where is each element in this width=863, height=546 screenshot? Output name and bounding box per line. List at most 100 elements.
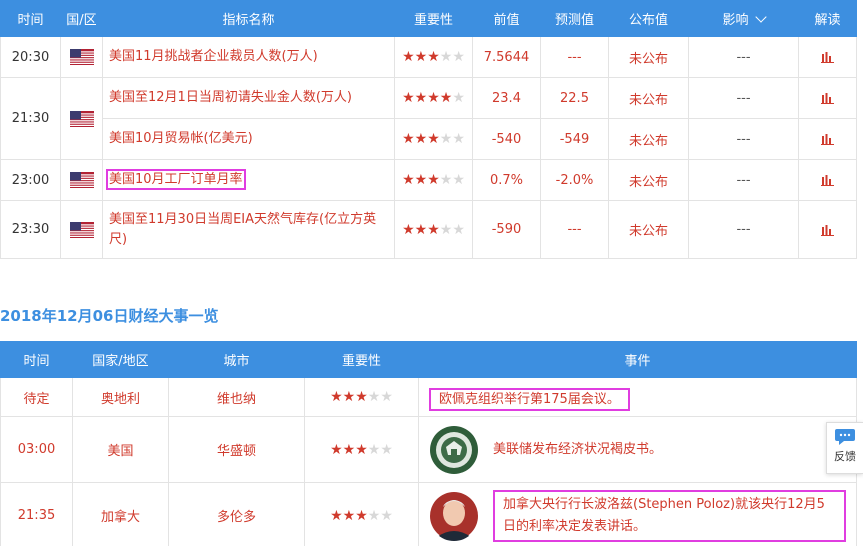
table-row: 23:30 美国至11月30日当周EIA天然气库存(亿立方英尺) ★★★★★ -… bbox=[0, 200, 857, 259]
country-cell bbox=[60, 159, 103, 201]
section-title: 2018年12月06日财经大事一览 bbox=[0, 307, 219, 325]
impact-value: --- bbox=[688, 118, 799, 160]
published-value: 未公布 bbox=[608, 77, 689, 119]
header-impact[interactable]: 影响 bbox=[688, 0, 799, 37]
forecast-value: --- bbox=[540, 36, 609, 78]
header-time: 时间 bbox=[0, 341, 73, 378]
event-city: 维也纳 bbox=[168, 377, 305, 417]
row-time: 23:30 bbox=[0, 200, 61, 259]
importance-stars: ★★★★★ bbox=[394, 77, 473, 119]
analysis-cell[interactable] bbox=[798, 159, 857, 201]
importance-stars: ★★★★★ bbox=[304, 482, 419, 546]
bar-chart-icon[interactable] bbox=[821, 51, 834, 63]
table-row: 20:30 美国11月挑战者企业裁员人数(万人) ★★★★★ 7.5644 --… bbox=[0, 36, 857, 78]
importance-stars: ★★★★★ bbox=[394, 200, 473, 259]
header-country: 国/区 bbox=[60, 0, 103, 37]
indicator-link[interactable]: 美国至12月1日当周初请失业金人数(万人) bbox=[102, 77, 395, 119]
header-indicator: 指标名称 bbox=[102, 0, 395, 37]
indicator-link[interactable]: 美国至11月30日当周EIA天然气库存(亿立方英尺) bbox=[102, 200, 395, 259]
event-text: 美联储发布经济状况褐皮书。 bbox=[493, 441, 663, 457]
impact-value: --- bbox=[688, 200, 799, 259]
event-text: 加拿大央行行长波洛兹(Stephen Poloz)就该央行12月5日的利率决定发… bbox=[493, 489, 846, 542]
table-row: 23:00 美国10月工厂订单月率 ★★★★★ 0.7% -2.0% 未公布 -… bbox=[0, 159, 857, 201]
bar-chart-icon[interactable] bbox=[821, 133, 834, 145]
event-text: 欧佩克组织举行第175届会议。 bbox=[429, 387, 630, 411]
us-flag-icon bbox=[69, 221, 94, 238]
importance-stars: ★★★★★ bbox=[394, 159, 473, 201]
header-event: 事件 bbox=[418, 341, 857, 378]
header-importance: 重要性 bbox=[304, 341, 419, 378]
analysis-cell[interactable] bbox=[798, 36, 857, 78]
us-flag-icon bbox=[69, 110, 94, 127]
country-cell bbox=[60, 36, 103, 78]
previous-value: 23.4 bbox=[472, 77, 541, 119]
previous-value: -540 bbox=[472, 118, 541, 160]
header-published: 公布值 bbox=[608, 0, 689, 37]
importance-stars: ★★★★★ bbox=[304, 416, 419, 483]
event-time: 03:00 bbox=[0, 416, 73, 483]
published-value: 未公布 bbox=[608, 159, 689, 201]
forecast-value: --- bbox=[540, 200, 609, 259]
analysis-cell[interactable] bbox=[798, 118, 857, 160]
published-value: 未公布 bbox=[608, 200, 689, 259]
feedback-label: 反馈 bbox=[834, 450, 856, 463]
header-country: 国家/地区 bbox=[72, 341, 169, 378]
row-time: 20:30 bbox=[0, 36, 61, 78]
event-time: 21:35 bbox=[0, 482, 73, 546]
events-table: 时间 国家/地区 城市 重要性 事件 待定 奥地利 维也纳 ★★★★★ 欧佩克组… bbox=[0, 341, 857, 546]
chevron-down-icon[interactable] bbox=[754, 11, 767, 23]
event-cell: 美联储发布经济状况褐皮书。 bbox=[418, 416, 857, 483]
header-forecast: 预测值 bbox=[540, 0, 609, 37]
event-city: 多伦多 bbox=[168, 482, 305, 546]
header-city: 城市 bbox=[168, 341, 305, 378]
indicator-link[interactable]: 美国10月贸易帐(亿美元) bbox=[102, 118, 395, 160]
event-city: 华盛顿 bbox=[168, 416, 305, 483]
analysis-cell[interactable] bbox=[798, 77, 857, 119]
row-time: 23:00 bbox=[0, 159, 61, 201]
feedback-button[interactable]: 反馈 bbox=[826, 422, 863, 474]
event-country: 加拿大 bbox=[72, 482, 169, 546]
bar-chart-icon[interactable] bbox=[821, 92, 834, 104]
importance-stars: ★★★★★ bbox=[304, 377, 419, 417]
previous-value: -590 bbox=[472, 200, 541, 259]
economic-calendar-table: 时间 国/区 指标名称 重要性 前值 预测值 公布值 影响 解读 20:30 美… bbox=[0, 0, 857, 259]
table-header-row: 时间 国家/地区 城市 重要性 事件 bbox=[0, 341, 857, 378]
federal-reserve-seal-icon bbox=[430, 425, 478, 474]
bar-chart-icon[interactable] bbox=[821, 224, 834, 236]
table-row: 美国10月贸易帐(亿美元) ★★★★★ -540 -549 未公布 --- bbox=[1, 118, 857, 160]
table-row: 21:35 加拿大 多伦多 ★★★★★ 加拿大央行行长波洛兹(Stephen P… bbox=[0, 482, 857, 546]
table-header-row: 时间 国/区 指标名称 重要性 前值 预测值 公布值 影响 解读 bbox=[0, 0, 857, 37]
importance-stars: ★★★★★ bbox=[394, 36, 473, 78]
header-analysis: 解读 bbox=[798, 0, 857, 37]
header-importance: 重要性 bbox=[394, 0, 473, 37]
forecast-value: -549 bbox=[540, 118, 609, 160]
bar-chart-icon[interactable] bbox=[821, 174, 834, 186]
event-cell: 欧佩克组织举行第175届会议。 bbox=[418, 377, 857, 417]
published-value: 未公布 bbox=[608, 36, 689, 78]
indicator-link[interactable]: 美国11月挑战者企业裁员人数(万人) bbox=[102, 36, 395, 78]
chat-bubble-icon bbox=[835, 429, 855, 445]
country-cell bbox=[60, 200, 103, 259]
us-flag-icon bbox=[69, 49, 94, 65]
forecast-value: -2.0% bbox=[540, 159, 609, 201]
highlighted-indicator[interactable]: 美国10月工厂订单月率 bbox=[106, 169, 246, 190]
impact-value: --- bbox=[688, 77, 799, 119]
header-time: 时间 bbox=[0, 0, 61, 37]
forecast-value: 22.5 bbox=[540, 77, 609, 119]
event-cell: 加拿大央行行长波洛兹(Stephen Poloz)就该央行12月5日的利率决定发… bbox=[418, 482, 857, 546]
impact-value: --- bbox=[688, 159, 799, 201]
analysis-cell[interactable] bbox=[798, 200, 857, 259]
event-country: 奥地利 bbox=[72, 377, 169, 417]
table-row: 03:00 美国 华盛顿 ★★★★★ 美联储发布经济状况褐皮书。 bbox=[0, 416, 857, 483]
importance-stars: ★★★★★ bbox=[394, 118, 473, 160]
us-flag-icon bbox=[69, 172, 94, 188]
previous-value: 0.7% bbox=[472, 159, 541, 201]
impact-value: --- bbox=[688, 36, 799, 78]
header-impact-label: 影响 bbox=[722, 13, 749, 28]
event-time: 待定 bbox=[0, 377, 73, 417]
table-row: 21:30 美国至12月1日当周初请失业金人数(万人) ★★★★★ 23.4 2… bbox=[0, 77, 857, 160]
published-value: 未公布 bbox=[608, 118, 689, 160]
header-previous: 前值 bbox=[472, 0, 541, 37]
country-cell bbox=[60, 77, 103, 160]
indicator-link[interactable]: 美国10月工厂订单月率 bbox=[102, 159, 395, 201]
